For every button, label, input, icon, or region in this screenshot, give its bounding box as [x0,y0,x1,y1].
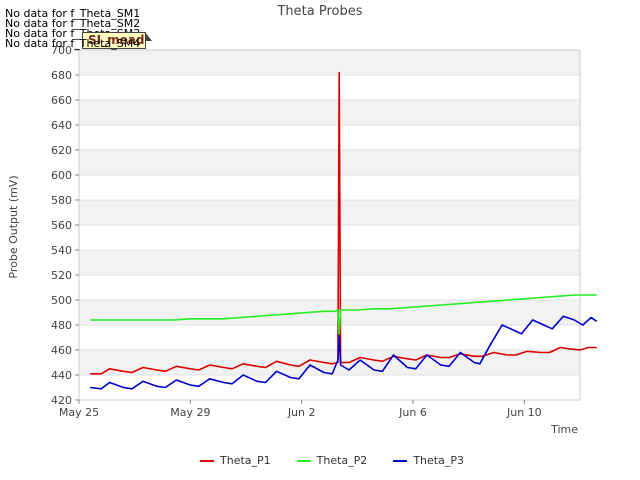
grid-bands [79,49,580,401]
chart-title: Theta Probes [276,4,362,19]
grid-band [79,200,580,225]
y-tick-label: 440 [51,369,72,382]
y-axis-label: Probe Output (mV) [7,175,20,278]
theta-probes-chart: 4204404604805005205405605806006206406606… [7,4,598,436]
y-tick-label: 580 [51,194,72,207]
y-tick-label: 680 [51,69,72,82]
y-tick-label: 600 [51,169,72,182]
legend-item-p1: Theta_P1 [200,454,271,467]
x-axis-label: Time [550,423,578,436]
grid-band [79,150,580,175]
no-data-message-4: No data for f_Theta_SM4 [5,37,141,50]
y-tick-label: 620 [51,144,72,157]
legend-label-p3: Theta_P3 [413,454,464,467]
y-tick-label: 660 [51,94,72,107]
grid-band [79,250,580,275]
y-tick-label: 500 [51,294,72,307]
y-tick-label: 460 [51,344,72,357]
y-tick-label: 540 [51,244,72,257]
legend-swatch-p1 [200,459,214,462]
x-axis-ticks: May 25 May 29 Jun 2 Jun 6 Jun 10 [59,400,542,419]
grid-band [79,100,580,125]
y-tick-label: 480 [51,319,72,332]
x-tick-label: May 29 [170,406,210,419]
legend-swatch-p3 [393,459,408,462]
y-tick-label: 560 [51,219,72,232]
x-tick-label: Jun 2 [287,406,316,419]
y-axis-ticks: 4204404604805005205405605806006206406606… [51,44,79,407]
y-tick-label: 520 [51,269,72,282]
legend-item-p2: Theta_P2 [296,454,368,467]
y-tick-label: 640 [51,119,72,132]
x-tick-label: Jun 6 [398,406,427,419]
legend-swatch-p2 [296,459,311,462]
x-tick-label: Jun 10 [506,406,542,419]
x-tick-label: May 25 [59,406,99,419]
grid-band [79,300,580,325]
legend-label-p2: Theta_P2 [316,454,368,467]
grid-band [79,50,580,75]
legend-item-p3: Theta_P3 [393,454,464,467]
legend-label-p1: Theta_P1 [220,454,271,467]
legend: Theta_P1 Theta_P2 Theta_P3 [200,454,490,467]
